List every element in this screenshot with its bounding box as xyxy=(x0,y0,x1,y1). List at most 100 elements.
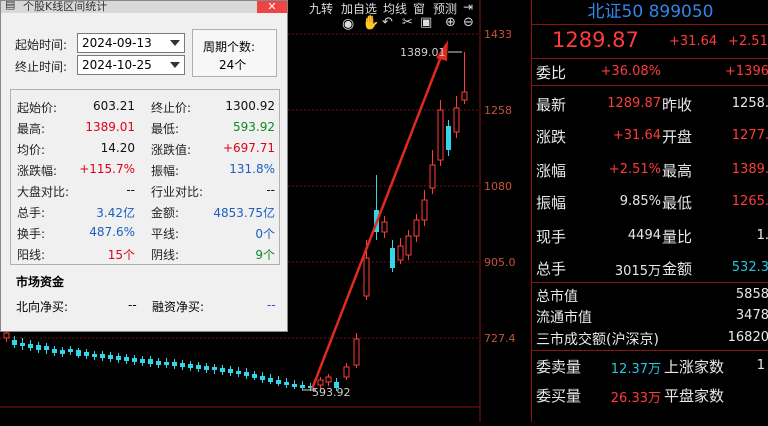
candle-body xyxy=(44,346,49,350)
mkt-label: 流通市值 xyxy=(536,310,592,326)
start-time-select[interactable]: 2024-09-13 xyxy=(77,33,185,53)
quote-value: 1277. xyxy=(731,128,768,143)
end-time-label: 终止时间: xyxy=(15,60,68,74)
market-capital-section: 市场资金 北向净买: -- 融资净买: -- xyxy=(10,269,280,321)
quote-label: 开盘 xyxy=(662,128,693,146)
candle-body xyxy=(413,219,420,237)
start-time-value: 2024-09-13 xyxy=(82,36,152,50)
zoom-out-icon[interactable]: ⊖ xyxy=(463,15,474,30)
quote-label: 委比 xyxy=(536,64,567,82)
breadth-label: 平盘家数 xyxy=(664,387,725,405)
candle-body xyxy=(20,343,25,346)
stat-value: 3.42亿 xyxy=(96,206,135,220)
candle-body xyxy=(148,359,153,364)
trend-arrow xyxy=(310,40,448,390)
high-marker: 1389.01 xyxy=(400,46,446,59)
candle-body xyxy=(52,349,57,353)
quote-value: 1389. xyxy=(731,162,768,177)
toolbar-add-watchlist[interactable]: 加自选 xyxy=(341,0,377,16)
candle-body xyxy=(421,199,428,221)
axis-price-2: 1258 xyxy=(484,104,512,117)
candle-body xyxy=(453,107,460,133)
quote-label: 涨幅 xyxy=(536,162,567,180)
zoom-in-icon[interactable]: ⊕ xyxy=(445,15,456,30)
candle-body xyxy=(116,356,121,360)
axis-price-3: 1080 xyxy=(484,180,512,193)
pin-icon[interactable]: ⇥ xyxy=(463,0,473,14)
candle-body xyxy=(28,344,33,348)
stat-label: 振幅: xyxy=(151,164,180,178)
candle-body xyxy=(461,91,468,101)
quote-value: 9.85% xyxy=(619,194,661,209)
quote-value: +1396 xyxy=(725,64,768,79)
axis-price-5: 727.4 xyxy=(484,332,516,345)
candle-body xyxy=(60,350,65,354)
candle-body xyxy=(12,340,17,345)
candle-body xyxy=(140,359,145,363)
undo-icon[interactable]: ↶ xyxy=(382,15,393,30)
dialog-titlebar[interactable]: ▤ 个股K线区间统计 ✕ xyxy=(1,1,287,13)
candle-body xyxy=(284,382,289,385)
candle-body xyxy=(390,248,395,268)
candle-body xyxy=(188,364,193,368)
candle-body xyxy=(132,358,137,362)
toolbar-nine-turn[interactable]: 九转 xyxy=(309,0,333,16)
candle-body xyxy=(353,338,360,366)
mkt-value: 5858 xyxy=(735,287,768,302)
candle-body xyxy=(363,257,370,297)
stat-value: 603.21 xyxy=(93,99,135,113)
stat-value: -- xyxy=(266,183,275,197)
candle-body xyxy=(317,379,324,386)
dialog-title: 个股K线区间统计 xyxy=(23,1,108,13)
toolbar-ma[interactable]: 均线 xyxy=(383,0,407,16)
candle-body xyxy=(108,355,113,359)
candle-body xyxy=(204,366,209,370)
close-icon[interactable]: ✕ xyxy=(257,1,287,13)
low-marker: 593.92 xyxy=(312,386,351,399)
stat-value: 0个 xyxy=(255,227,275,241)
candle-body xyxy=(325,376,332,383)
mkt-label: 总市值 xyxy=(536,289,578,305)
quote-value: +2.51% xyxy=(608,162,661,177)
stat-value: +697.71 xyxy=(222,141,275,155)
stat-value: +115.7% xyxy=(79,162,135,176)
margin-label: 融资净买: xyxy=(152,300,205,314)
candle-body xyxy=(3,332,10,339)
candle-body xyxy=(172,362,177,366)
end-time-select[interactable]: 2024-10-25 xyxy=(77,55,185,75)
range-stats-dialog[interactable]: ▤ 个股K线区间统计 ✕ 起始时间: 2024-09-13 终止时间: 2024… xyxy=(0,0,288,332)
capital-title: 市场资金 xyxy=(16,275,65,289)
eye-icon[interactable]: ◉ xyxy=(342,16,354,32)
quote-value: 1265. xyxy=(731,194,768,209)
quote-value: 4494 xyxy=(627,228,661,243)
candle-body xyxy=(36,345,41,350)
quote-label: 最低 xyxy=(662,194,693,212)
stat-label: 总手: xyxy=(17,206,46,220)
quote-label: 总手 xyxy=(536,260,567,278)
quote-value: 1. xyxy=(756,228,768,243)
quote-panel: 北证50 899050 1289.87 +31.64 +2.51 委比 +36.… xyxy=(531,0,768,422)
toolbar-forecast[interactable]: 预测 xyxy=(433,0,457,16)
stat-label: 终止价: xyxy=(151,101,192,115)
toolbar-window[interactable]: 窗 xyxy=(413,0,425,16)
candle-body xyxy=(180,363,185,367)
candle-body xyxy=(429,164,436,189)
stat-value: 593.92 xyxy=(233,120,275,134)
candle-body xyxy=(196,365,201,369)
quote-value: 1289.87 xyxy=(607,96,661,111)
candle-body xyxy=(220,368,225,372)
candle-body xyxy=(260,376,265,380)
candle-body xyxy=(300,385,305,388)
quote-label: 振幅 xyxy=(536,194,567,212)
stat-value: 4853.75亿 xyxy=(213,206,275,220)
quote-value: +36.08% xyxy=(600,64,661,79)
candle-body xyxy=(381,221,388,233)
scissors-icon[interactable]: ✂ xyxy=(402,15,413,30)
quote-value: +31.64 xyxy=(612,128,661,143)
candle-body xyxy=(228,369,233,373)
quote-label: 现手 xyxy=(536,228,567,246)
start-time-label: 起始时间: xyxy=(15,38,68,52)
breadth-value: 1 xyxy=(756,358,765,373)
hand-icon[interactable]: ✋ xyxy=(362,15,379,31)
image-icon[interactable]: ▣ xyxy=(420,15,432,30)
